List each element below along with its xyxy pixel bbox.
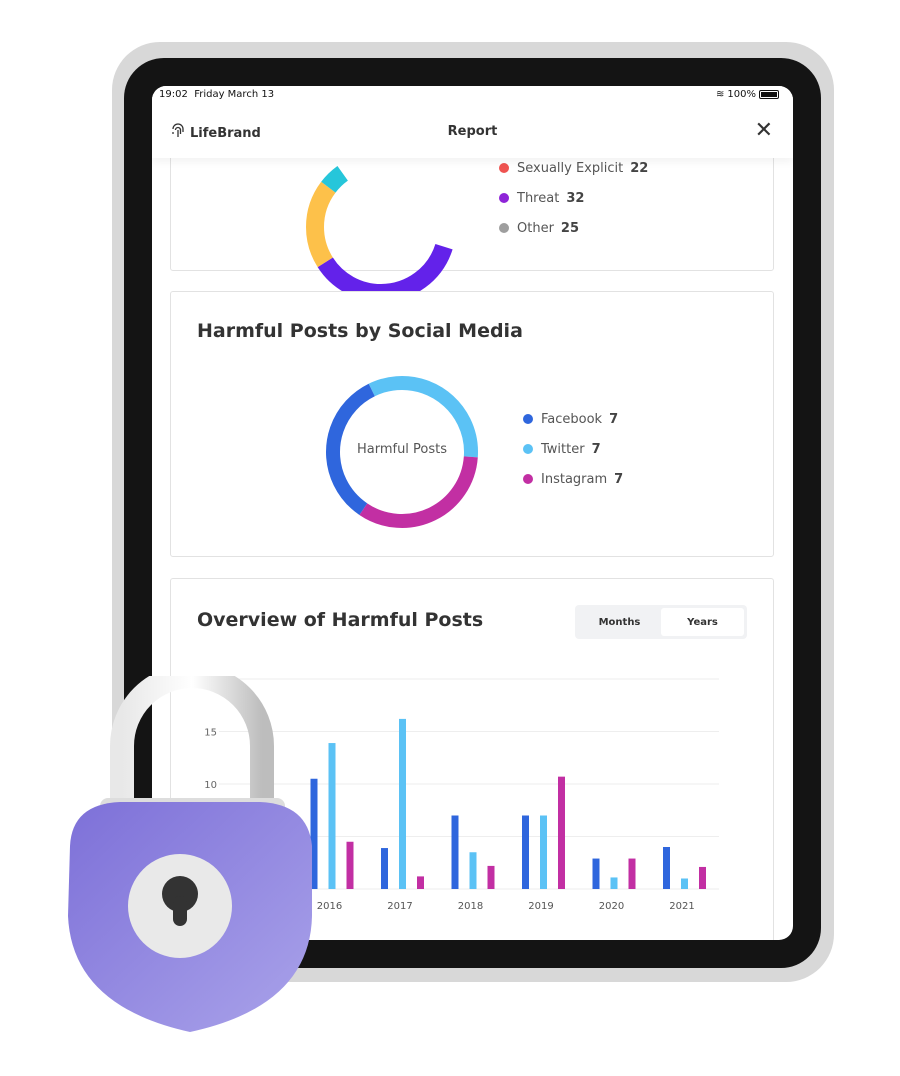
x-tick-label: 2018 — [458, 901, 483, 912]
bar — [328, 743, 336, 889]
lock-shackle — [110, 676, 274, 806]
bar — [558, 776, 565, 889]
close-button[interactable]: ✕ — [755, 118, 773, 143]
legend-item-facebook: Facebook 7 — [523, 404, 623, 434]
card-title: Overview of Harmful Posts — [197, 609, 484, 631]
bar — [451, 815, 459, 889]
page-title: Report — [447, 124, 498, 139]
legend-item-twitter: Twitter 7 — [523, 434, 623, 464]
x-tick-label: 2021 — [669, 901, 694, 912]
status-time: 19:02 — [159, 89, 188, 100]
toggle-years[interactable]: Years — [661, 608, 744, 636]
bar — [592, 858, 600, 889]
toggle-months[interactable]: Months — [578, 608, 661, 636]
social-media-card: Harmful Posts by Social Media Harmful Po… — [170, 291, 774, 557]
social-legend: Facebook 7 Twitter 7 Instagram 7 — [523, 404, 623, 494]
category-legend: Sexually Explicit 22 Threat 32 Other 25 — [499, 153, 648, 243]
status-date: Friday March 13 — [194, 89, 275, 100]
status-bar: 19:02 Friday March 13 ≋ 100% — [152, 86, 793, 106]
legend-item: Threat 32 — [499, 183, 648, 213]
period-toggle: Months Years — [575, 605, 747, 639]
card-title: Harmful Posts by Social Media — [197, 320, 523, 342]
x-tick-label: 2017 — [387, 901, 412, 912]
legend-dot — [499, 163, 509, 173]
bar — [699, 866, 706, 889]
bar — [469, 852, 477, 889]
keyhole-slot — [173, 896, 187, 926]
app-header: LifeBrand Report ✕ — [152, 106, 793, 158]
battery-icon — [759, 90, 779, 99]
category-donut — [306, 152, 456, 302]
bar — [346, 841, 354, 889]
bar — [381, 848, 388, 889]
legend-dot — [499, 223, 509, 233]
bar — [522, 815, 529, 889]
x-tick-label: 2019 — [528, 901, 553, 912]
legend-item: Other 25 — [499, 213, 648, 243]
bar — [399, 718, 406, 889]
padlock-illustration — [68, 676, 312, 1032]
bar — [610, 877, 618, 889]
close-icon: ✕ — [754, 118, 773, 143]
bar — [628, 858, 636, 889]
bar — [540, 815, 547, 889]
legend-item-instagram: Instagram 7 — [523, 464, 623, 494]
bar — [663, 847, 670, 889]
x-tick-label: 2020 — [599, 901, 624, 912]
bar — [417, 876, 424, 889]
donut-center-label: Harmful Posts — [356, 442, 448, 457]
bar — [487, 865, 495, 889]
wifi-icon: ≋ — [716, 89, 725, 100]
battery-level: 100% — [727, 89, 756, 100]
bar — [681, 878, 688, 889]
legend-dot — [499, 193, 509, 203]
